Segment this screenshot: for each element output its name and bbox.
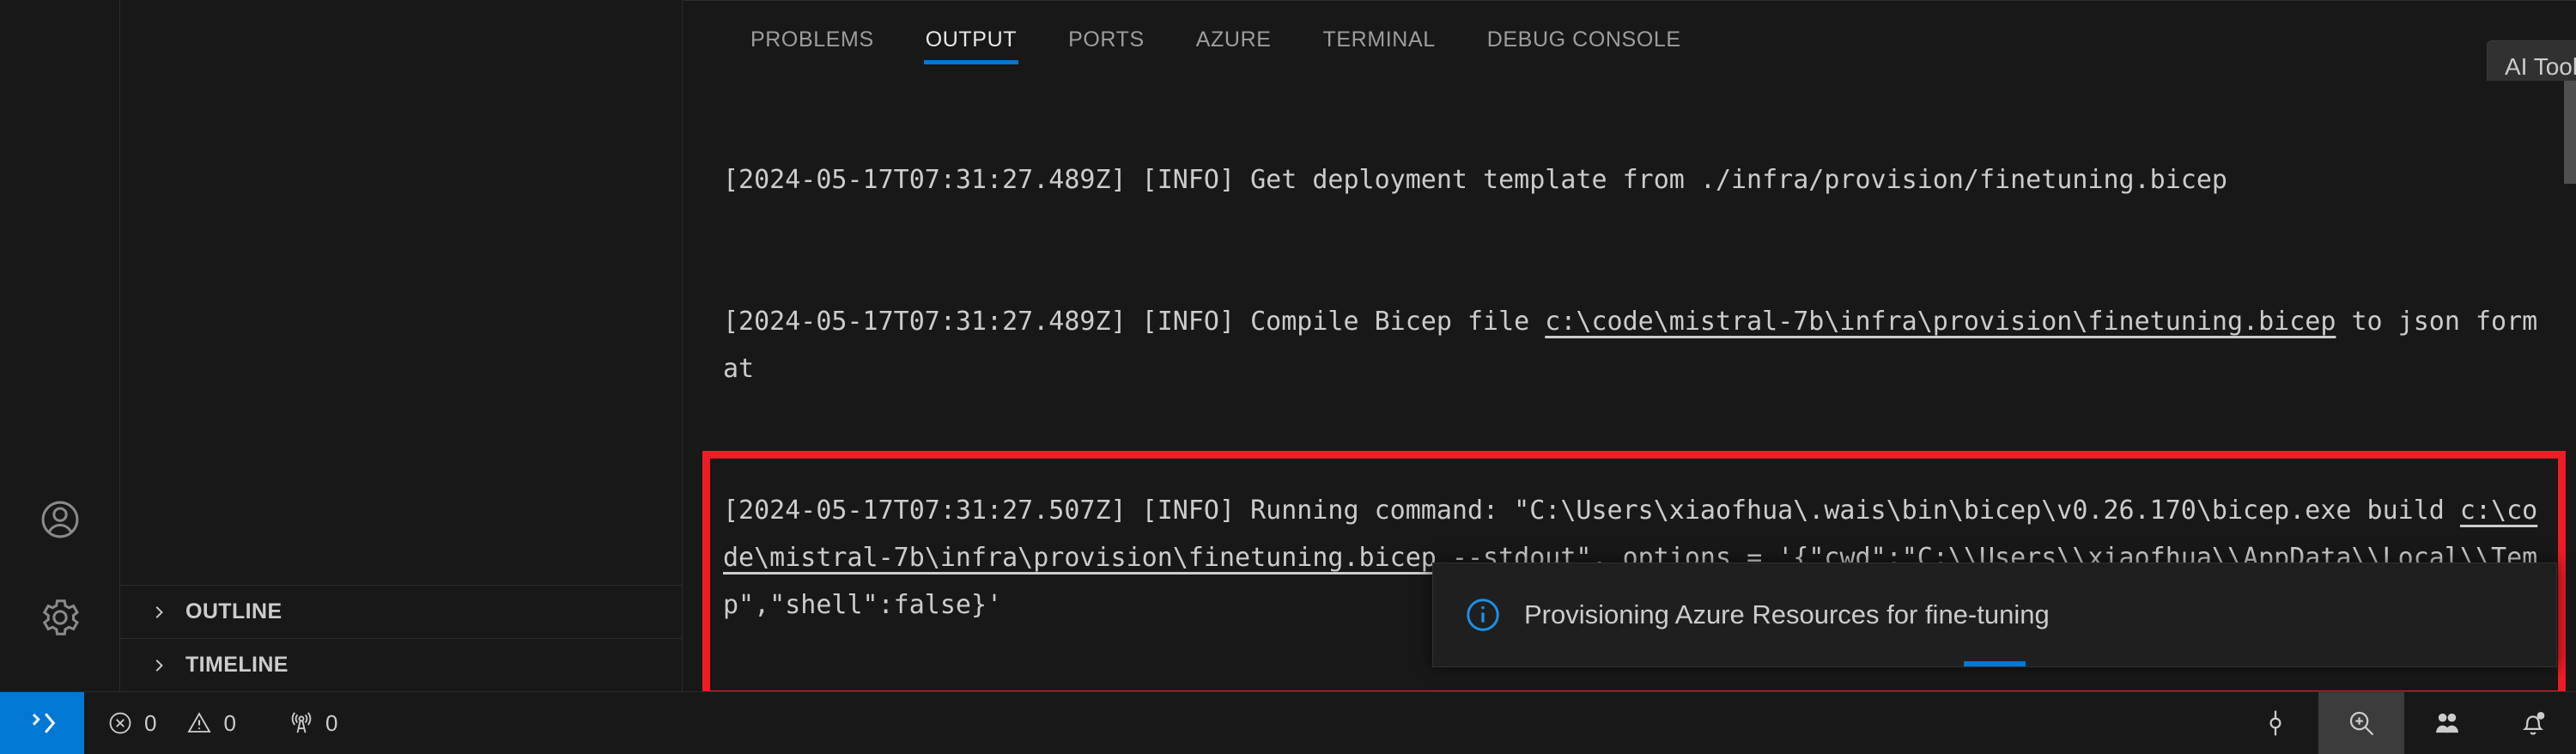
status-bar-left: 0 0 0	[106, 709, 337, 737]
tab-label: DEBUG CONSOLE	[1487, 27, 1681, 52]
sidebar-item-outline[interactable]: OUTLINE	[120, 585, 683, 638]
tab-debug-console[interactable]: DEBUG CONSOLE	[1461, 1, 1707, 80]
status-radio-tower[interactable]: 0	[288, 709, 337, 737]
status-errors[interactable]: 0	[106, 709, 156, 737]
remote-window-icon[interactable]	[0, 692, 84, 754]
status-bar-right	[2233, 692, 2576, 754]
gear-icon[interactable]	[29, 587, 91, 648]
ports-forwarded-icon[interactable]	[2233, 692, 2318, 754]
bell-dot-icon[interactable]	[2490, 692, 2576, 754]
sidebar-item-label: TIMELINE	[185, 653, 289, 678]
progress-bar	[1964, 661, 2026, 666]
error-count: 0	[144, 710, 156, 737]
tab-azure[interactable]: AZURE	[1170, 1, 1297, 80]
chevron-right-icon	[148, 654, 170, 677]
output-channel-value: AI Toolkit	[2505, 53, 2576, 81]
activity-bar	[0, 0, 120, 691]
tab-label: AZURE	[1196, 27, 1272, 52]
tab-output[interactable]: OUTPUT	[900, 1, 1042, 80]
warning-count: 0	[223, 710, 235, 737]
log-line-text: [2024-05-17T07:31:27.507Z] [INFO] Runnin…	[723, 496, 2460, 526]
side-bar-sections: OUTLINE TIMELINE	[120, 585, 683, 691]
log-line: [2024-05-17T07:31:27.489Z] [INFO] Get de…	[723, 156, 2552, 204]
log-line-text: [2024-05-17T07:31:27.489Z] [INFO] Get de…	[723, 165, 2227, 195]
chevron-right-icon	[148, 601, 170, 623]
zoom-in-icon[interactable]	[2318, 692, 2404, 754]
log-line: [2024-05-17T07:31:27.489Z] [INFO] Compil…	[723, 298, 2552, 392]
tab-problems[interactable]: PROBLEMS	[725, 1, 900, 80]
scrollbar-thumb[interactable]	[2564, 81, 2576, 184]
tab-label: OUTPUT	[926, 27, 1017, 52]
tab-terminal[interactable]: TERMINAL	[1297, 1, 1461, 80]
output-scrollbar[interactable]	[2564, 81, 2576, 692]
activity-bar-bottom-group	[0, 489, 120, 648]
vscode-window: OUTLINE TIMELINE PROBLEMS OUTPUT PORTS A…	[0, 0, 2576, 754]
tab-label: TERMINAL	[1323, 27, 1436, 52]
info-icon	[1464, 596, 1502, 634]
panel-header: PROBLEMS OUTPUT PORTS AZURE TERMINAL DEB…	[683, 1, 2576, 80]
tab-label: PORTS	[1068, 27, 1145, 52]
status-warnings[interactable]: 0	[185, 709, 235, 737]
tab-label: PROBLEMS	[750, 27, 874, 52]
accounts-people-icon[interactable]	[2404, 692, 2490, 754]
sidebar-item-label: OUTLINE	[185, 599, 283, 624]
status-bar: 0 0 0	[0, 691, 2576, 754]
radio-tower-count: 0	[325, 710, 337, 737]
account-icon[interactable]	[29, 489, 91, 550]
notification-message: Provisioning Azure Resources for fine-tu…	[1524, 599, 2050, 630]
sidebar-item-timeline[interactable]: TIMELINE	[120, 638, 683, 691]
panel-tab-list: PROBLEMS OUTPUT PORTS AZURE TERMINAL DEB…	[725, 1, 1707, 80]
file-path-link[interactable]: c:\code\mistral-7b\infra\provision\finet…	[1545, 307, 2336, 337]
notification-toast[interactable]: Provisioning Azure Resources for fine-tu…	[1432, 562, 2557, 667]
side-bar: OUTLINE TIMELINE	[120, 0, 683, 691]
tab-ports[interactable]: PORTS	[1042, 1, 1170, 80]
log-line-text: [2024-05-17T07:31:27.489Z] [INFO] Compil…	[723, 307, 1545, 337]
